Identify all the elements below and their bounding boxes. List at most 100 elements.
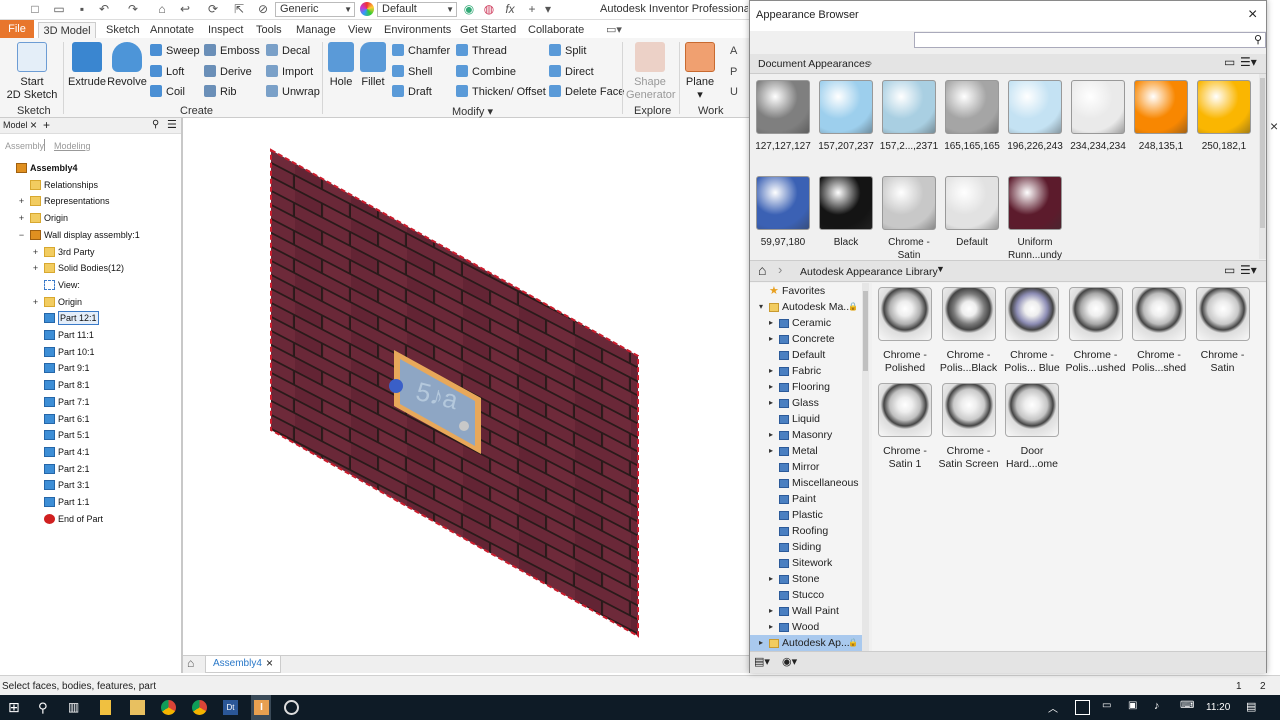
- open-icon[interactable]: ▭: [52, 2, 66, 16]
- library-tree-scrollbar[interactable]: [862, 283, 869, 651]
- tree-row[interactable]: + Origin: [0, 294, 180, 310]
- notifications-icon[interactable]: ▤: [1246, 700, 1261, 715]
- appearance-swatch[interactable]: [819, 80, 873, 134]
- shape-generator-button[interactable]: Shape Generator: [626, 42, 676, 102]
- combine-button[interactable]: Combine: [456, 65, 516, 79]
- library-label[interactable]: Autodesk Appearance Library: [800, 266, 938, 278]
- tab-view[interactable]: View: [348, 22, 372, 38]
- search-icon[interactable]: ⚲: [38, 700, 53, 715]
- extrude-button[interactable]: Extrude: [68, 42, 106, 89]
- appearance-swatch[interactable]: [1008, 80, 1062, 134]
- scrollbar-thumb[interactable]: [1260, 78, 1265, 228]
- appearance-swatch[interactable]: [1008, 176, 1062, 230]
- library-tree-item[interactable]: Paint: [750, 491, 862, 507]
- expand-icon[interactable]: ▾: [759, 299, 763, 315]
- shell-button[interactable]: Shell: [392, 65, 432, 79]
- tab-get-started[interactable]: Get Started: [460, 22, 516, 38]
- library-tree-item[interactable]: ★ Favorites: [750, 283, 862, 299]
- tab-sketch[interactable]: Sketch: [106, 22, 140, 38]
- expand-icon[interactable]: +: [31, 297, 40, 307]
- close-icon[interactable]: ×: [30, 118, 37, 132]
- tree-row[interactable]: + Solid Bodies(12): [0, 260, 180, 276]
- fillet-button[interactable]: Fillet: [358, 42, 388, 89]
- appearance-swatch[interactable]: [1197, 80, 1251, 134]
- unwrap-button[interactable]: Unwrap: [266, 85, 320, 99]
- expand-icon[interactable]: +: [31, 264, 40, 273]
- redo-icon[interactable]: ↷: [126, 2, 140, 16]
- library-tree-item[interactable]: ▸ Stone: [750, 571, 862, 587]
- stop-icon[interactable]: ⊘: [256, 2, 270, 16]
- tab-manage[interactable]: Manage: [296, 22, 336, 38]
- expand-icon[interactable]: ▸: [769, 363, 773, 379]
- library-tree-item[interactable]: Roofing: [750, 523, 862, 539]
- delete-face-button[interactable]: Delete Face: [549, 85, 624, 99]
- expand-icon[interactable]: ▸: [769, 331, 773, 347]
- save-icon[interactable]: ▪: [75, 2, 89, 16]
- appearance-swatch[interactable]: [1134, 80, 1188, 134]
- scrollbar-thumb[interactable]: [863, 291, 868, 371]
- appearance-search-input[interactable]: ⚲: [914, 32, 1266, 48]
- tree-row[interactable]: Part 9:1: [0, 360, 180, 376]
- axis-button[interactable]: A: [730, 44, 737, 58]
- view-toggle-icon[interactable]: ▭: [1224, 263, 1235, 277]
- home-icon[interactable]: ⌂: [187, 656, 194, 670]
- tree-row[interactable]: Part 5:1: [0, 427, 180, 443]
- tree-row[interactable]: + Origin: [0, 210, 180, 226]
- appearance-swatch[interactable]: [756, 80, 810, 134]
- expand-icon[interactable]: +: [17, 214, 26, 223]
- appearance-swatch[interactable]: [882, 80, 936, 134]
- modify-group-label[interactable]: Modify ▾: [452, 105, 493, 118]
- hole-button[interactable]: Hole: [326, 42, 356, 89]
- expand-icon[interactable]: +: [17, 197, 26, 206]
- clock[interactable]: 11:20: [1206, 702, 1230, 713]
- plane-button[interactable]: Plane ▾: [684, 42, 716, 102]
- library-tree-item[interactable]: ▸ Metal: [750, 443, 862, 459]
- fx-icon[interactable]: fx: [503, 2, 517, 16]
- tree-row[interactable]: Part 6:1: [0, 411, 180, 427]
- library-tree-item[interactable]: ▸ Fabric: [750, 363, 862, 379]
- tree-row[interactable]: Part 3:1: [0, 477, 180, 493]
- tree-row[interactable]: Part 4:1: [0, 444, 180, 460]
- expand-icon[interactable]: ▸: [769, 395, 773, 411]
- new-icon[interactable]: □: [28, 2, 42, 16]
- library-tree-item[interactable]: Plastic: [750, 507, 862, 523]
- expand-icon[interactable]: ▸: [769, 443, 773, 459]
- task-view-icon[interactable]: ▥: [68, 700, 83, 715]
- library-tree-item[interactable]: Miscellaneous: [750, 475, 862, 491]
- library-tree-item[interactable]: Sitework: [750, 555, 862, 571]
- expand-icon[interactable]: ▸: [769, 427, 773, 443]
- tree-row[interactable]: Part 11:1: [0, 327, 180, 343]
- material-swatch[interactable]: [1005, 383, 1059, 437]
- tab-3d-model[interactable]: 3D Model: [38, 22, 96, 38]
- update-icon[interactable]: ⟳: [206, 2, 220, 16]
- onenote-icon[interactable]: Dt: [223, 700, 238, 715]
- tab-file[interactable]: File: [0, 20, 34, 38]
- home-icon[interactable]: ⌂: [155, 2, 169, 16]
- derive-button[interactable]: Derive: [204, 65, 252, 79]
- library-tree-item[interactable]: ▸ Concrete: [750, 331, 862, 347]
- select-icon[interactable]: ⇱: [232, 2, 246, 16]
- tree-row[interactable]: Part 2:1: [0, 461, 180, 477]
- revolve-button[interactable]: Revolve: [107, 42, 147, 89]
- chevron-down-icon[interactable]: ▼: [936, 264, 945, 274]
- list-options-icon[interactable]: ☰▾: [1240, 55, 1257, 69]
- direct-button[interactable]: Direct: [549, 65, 594, 79]
- library-tree-item[interactable]: ▸ Wood: [750, 619, 862, 635]
- obs-icon[interactable]: [284, 700, 299, 715]
- ucs-button[interactable]: U: [730, 85, 738, 99]
- document-appearances-label[interactable]: Document Appearances: [758, 58, 870, 70]
- import-button[interactable]: Import: [266, 65, 313, 79]
- loft-button[interactable]: Loft: [150, 65, 184, 79]
- tab-inspect[interactable]: Inspect: [208, 22, 243, 38]
- library-tree-item[interactable]: Default: [750, 347, 862, 363]
- material-swatch[interactable]: [941, 383, 996, 437]
- appearance-swatch[interactable]: [945, 80, 999, 134]
- search-icon[interactable]: ⚲: [152, 119, 159, 130]
- library-tree-item[interactable]: Siding: [750, 539, 862, 555]
- tab-collaborate[interactable]: Collaborate: [528, 22, 584, 38]
- start-sketch-button[interactable]: Start 2D Sketch: [6, 42, 58, 102]
- material-swatch[interactable]: [1068, 287, 1123, 341]
- assembly-subtab[interactable]: Assembly: [5, 141, 44, 151]
- expand-icon[interactable]: ▸: [769, 379, 773, 395]
- library-manager-icon[interactable]: ▤▾: [754, 655, 770, 668]
